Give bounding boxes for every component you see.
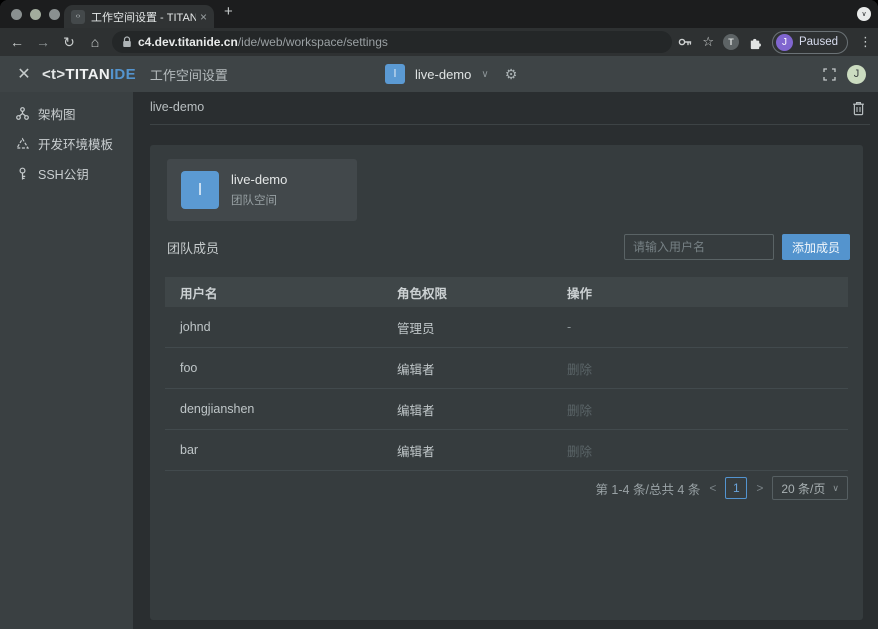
app-logo[interactable]: <t>TITANIDE <box>42 66 136 83</box>
members-header-row: 团队成员 添加成员 <box>167 234 850 260</box>
address-bar[interactable]: c4.dev.titanide.cn/ide/web/workspace/set… <box>112 31 672 53</box>
tab-favicon-icon: ‹› <box>71 10 85 24</box>
breadcrumb: live-demo <box>150 100 204 114</box>
members-section-title: 团队成员 <box>167 238 219 257</box>
sidebar-item-ssh-keys[interactable]: SSH公钥 <box>0 158 133 188</box>
prev-page-button[interactable]: < <box>709 481 716 495</box>
next-page-button[interactable]: > <box>756 481 763 495</box>
workspace-card-badge: l <box>181 171 219 209</box>
close-window-button[interactable] <box>11 9 22 20</box>
extensions-puzzle-icon[interactable] <box>748 35 763 50</box>
page-size-value: 20 条/页 <box>781 480 825 497</box>
workspace-card-name: live-demo <box>231 172 287 187</box>
browser-window: ‹› 工作空间设置 - TITANIDE × + ∨ ← → ↻ ⌂ c4.de… <box>0 0 878 629</box>
forward-button[interactable]: → <box>30 34 56 50</box>
browser-toolbar: ← → ↻ ⌂ c4.dev.titanide.cn/ide/web/works… <box>0 28 878 56</box>
logo-mark: <t> <box>42 66 65 83</box>
table-row: dengjianshen 编辑者 删除 <box>165 389 848 430</box>
bookmark-star-icon[interactable]: ☆ <box>702 34 714 50</box>
url-domain: c4.dev.titanide.cn <box>138 35 238 49</box>
current-page-button[interactable]: 1 <box>725 477 747 499</box>
workspace-switcher[interactable]: l live-demo ∨ ⚙ <box>385 56 517 92</box>
username-input[interactable] <box>624 234 774 260</box>
logo-suffix: IDE <box>110 66 136 83</box>
workspace-card-type: 团队空间 <box>231 192 277 208</box>
traffic-lights <box>11 9 60 20</box>
tab-search-button[interactable]: ∨ <box>857 7 871 21</box>
cell-role: 管理员 <box>382 318 552 337</box>
titlebar: ‹› 工作空间设置 - TITANIDE × + ∨ <box>0 0 878 28</box>
delete-member-link[interactable]: 删除 <box>552 400 848 419</box>
url-path: /ide/web/workspace/settings <box>238 35 388 49</box>
pagination-summary: 第 1-4 条/总共 4 条 <box>595 479 700 498</box>
tab-close-icon[interactable]: × <box>200 10 207 24</box>
pagination: 第 1-4 条/总共 4 条 < 1 > 20 条/页 ∨ <box>595 476 848 500</box>
column-actions: 操作 <box>552 283 848 302</box>
sidebar-item-label: 开发环境模板 <box>38 134 113 153</box>
workspace-name: live-demo <box>415 67 471 82</box>
table-row: bar 编辑者 删除 <box>165 430 848 471</box>
column-username: 用户名 <box>165 283 382 302</box>
table-header: 用户名 角色权限 操作 <box>165 277 848 307</box>
sync-paused-label: Paused <box>799 36 838 48</box>
page-size-select[interactable]: 20 条/页 ∨ <box>772 476 848 500</box>
header-right: J <box>823 56 866 92</box>
extension-avatar-icon[interactable]: T <box>723 34 739 50</box>
back-button[interactable]: ← <box>4 34 30 50</box>
sidebar-item-dev-templates[interactable]: 开发环境模板 <box>0 128 133 158</box>
sidebar-item-label: 架构图 <box>38 104 76 123</box>
minimize-window-button[interactable] <box>30 9 41 20</box>
key-icon <box>16 167 29 180</box>
browser-menu-button[interactable]: ⋮ <box>859 34 872 50</box>
cell-role: 编辑者 <box>382 359 552 378</box>
profile-avatar: J <box>776 34 793 51</box>
cell-role: 编辑者 <box>382 400 552 419</box>
app-page-title: 工作空间设置 <box>150 65 228 84</box>
home-button[interactable]: ⌂ <box>82 34 108 50</box>
browser-tab[interactable]: ‹› 工作空间设置 - TITANIDE × <box>64 5 214 28</box>
add-member-button[interactable]: 添加成员 <box>782 234 850 260</box>
new-tab-button[interactable]: + <box>224 3 233 20</box>
logo-main: TITAN <box>65 66 110 83</box>
table-row: foo 编辑者 删除 <box>165 348 848 389</box>
trash-icon <box>852 101 865 116</box>
toolbar-right: ☆ T J Paused ⋮ <box>677 31 872 54</box>
members-actions: 添加成员 <box>624 234 850 260</box>
cell-username: dengjianshen <box>165 402 382 416</box>
workspace-card: l live-demo 团队空间 <box>167 159 357 221</box>
profile-chip[interactable]: J Paused <box>772 31 848 54</box>
cell-username: johnd <box>165 320 382 334</box>
cell-role: 编辑者 <box>382 441 552 460</box>
tab-title: 工作空间设置 - TITANIDE <box>91 9 196 25</box>
workspace-settings-gear-icon[interactable]: ⚙ <box>505 66 518 83</box>
branch-icon <box>16 107 29 120</box>
sidebar: 架构图 开发环境模板 SSH公钥 <box>0 92 133 629</box>
sidebar-item-label: SSH公钥 <box>38 164 89 183</box>
delete-member-link[interactable]: 删除 <box>552 441 848 460</box>
password-key-icon[interactable] <box>677 34 693 50</box>
workspace-badge: l <box>385 64 405 84</box>
sidebar-item-architecture[interactable]: 架构图 <box>0 98 133 128</box>
column-role: 角色权限 <box>382 283 552 302</box>
reload-button[interactable]: ↻ <box>56 34 82 51</box>
main-content: live-demo l live-demo 团队空间 团队成员 添加成员 <box>133 92 878 629</box>
chevron-down-icon[interactable]: ∨ <box>481 69 488 80</box>
app-close-button[interactable]: ✕ <box>14 64 34 84</box>
table-row: johnd 管理员 - <box>165 307 848 348</box>
cell-username: foo <box>165 361 382 375</box>
app-header: ✕ <t>TITANIDE 工作空间设置 l live-demo ∨ ⚙ J <box>0 56 878 92</box>
settings-panel: l live-demo 团队空间 团队成员 添加成员 用户名 角色权限 操作 j <box>150 145 863 620</box>
divider <box>150 124 870 125</box>
delete-workspace-button[interactable] <box>848 98 868 118</box>
template-icon <box>16 137 29 150</box>
user-avatar[interactable]: J <box>847 65 866 84</box>
fullscreen-icon[interactable] <box>823 68 836 81</box>
lock-icon <box>122 36 132 48</box>
maximize-window-button[interactable] <box>49 9 60 20</box>
cell-action: - <box>552 320 848 334</box>
chevron-down-icon: ∨ <box>832 483 839 494</box>
delete-member-link[interactable]: 删除 <box>552 359 848 378</box>
cell-username: bar <box>165 443 382 457</box>
members-table: 用户名 角色权限 操作 johnd 管理员 - foo 编辑者 删除 dengj… <box>165 277 848 471</box>
